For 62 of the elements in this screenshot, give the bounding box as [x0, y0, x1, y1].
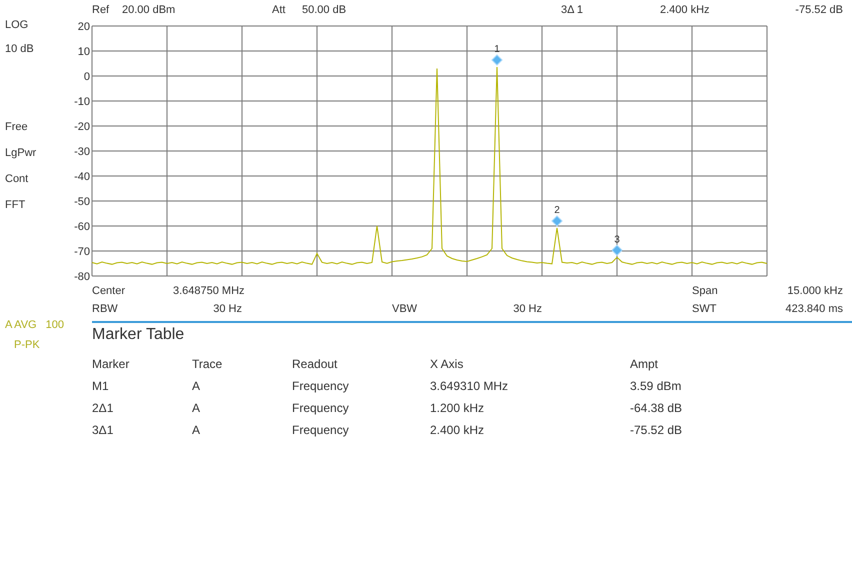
table-cell-text: A — [192, 423, 202, 438]
table-cell-text: M1 — [92, 379, 110, 394]
ref-label: Ref — [92, 4, 110, 16]
table-cell-text: -75.52 dB — [630, 423, 684, 438]
table-cell-text: 1.200 kHz — [430, 401, 486, 416]
span-value: 15.000 kHz — [787, 285, 843, 297]
span-label: Span — [692, 285, 719, 297]
table-cell-text: 3.649310 MHz — [430, 379, 510, 394]
setting-label: Cont — [5, 173, 30, 186]
vbw-label: VBW — [392, 303, 418, 315]
setting-label: Free — [5, 121, 29, 134]
swt-label: SWT — [692, 303, 716, 315]
ref-value: 20.00 dBm — [122, 4, 176, 16]
setting-label: LgPwr — [5, 147, 38, 160]
table-cell-text: Frequency — [292, 379, 350, 394]
y-tick-label: -40 — [74, 171, 90, 183]
trace-mode-label: A AVG — [5, 319, 37, 332]
table-cell-text: A — [192, 379, 202, 394]
y-tick-label: 20 — [78, 21, 90, 33]
y-tick-label: 10 — [78, 46, 90, 58]
att-label: Att — [272, 4, 286, 16]
column-header: X Axis — [430, 357, 464, 372]
rbw-value: 30 Hz — [213, 303, 242, 315]
setting-label: FFT — [5, 199, 26, 212]
y-tick-label: 0 — [84, 71, 90, 83]
average-count: 100 — [46, 319, 64, 332]
column-header: Readout — [292, 357, 338, 372]
y-tick-label: -50 — [74, 196, 90, 208]
table-title: Marker Table — [91, 326, 186, 344]
y-tick-label: -10 — [74, 96, 90, 108]
table-cell-text: 2Δ1 — [92, 401, 114, 416]
scale-label: LOG — [5, 19, 30, 32]
marker-amplitude: -75.52 dB — [795, 4, 843, 16]
marker-icon[interactable] — [611, 244, 623, 256]
marker-frequency: 2.400 kHz — [660, 4, 711, 16]
column-header: Marker — [92, 357, 130, 372]
rbw-label: RBW — [92, 303, 118, 315]
y-tick-label: -80 — [74, 271, 90, 282]
table-cell-text: -64.38 dB — [630, 401, 684, 416]
table-cell-text: 2.400 kHz — [430, 423, 486, 438]
table-cell-text: A — [192, 401, 202, 416]
y-tick-label: -70 — [74, 246, 90, 258]
y-tick-label: -60 — [74, 221, 90, 233]
vbw-value: 30 Hz — [513, 303, 542, 315]
y-tick-label: -30 — [74, 146, 90, 158]
center-label: Center — [92, 285, 126, 297]
marker-label: 3Δ 1 — [561, 4, 584, 16]
scale-label: 10 dB — [5, 43, 35, 56]
marker-icon[interactable] — [551, 215, 563, 227]
column-header: Ampt — [630, 357, 660, 372]
table-cell-text: Frequency — [292, 423, 350, 438]
swt-value: 423.840 ms — [786, 303, 843, 315]
table-cell-text: Frequency — [292, 401, 350, 416]
table-cell-text: 3.59 dBm — [630, 379, 682, 394]
detector-label: P-PK — [13, 339, 41, 352]
y-tick-label: -20 — [74, 121, 90, 133]
marker-number: 2 — [554, 205, 560, 216]
column-header: Trace — [192, 357, 224, 372]
att-value: 50.00 dB — [302, 4, 348, 16]
marker-icon[interactable] — [491, 54, 503, 66]
center-value: 3.648750 MHz — [173, 285, 246, 297]
table-cell-text: 3Δ1 — [92, 423, 114, 438]
